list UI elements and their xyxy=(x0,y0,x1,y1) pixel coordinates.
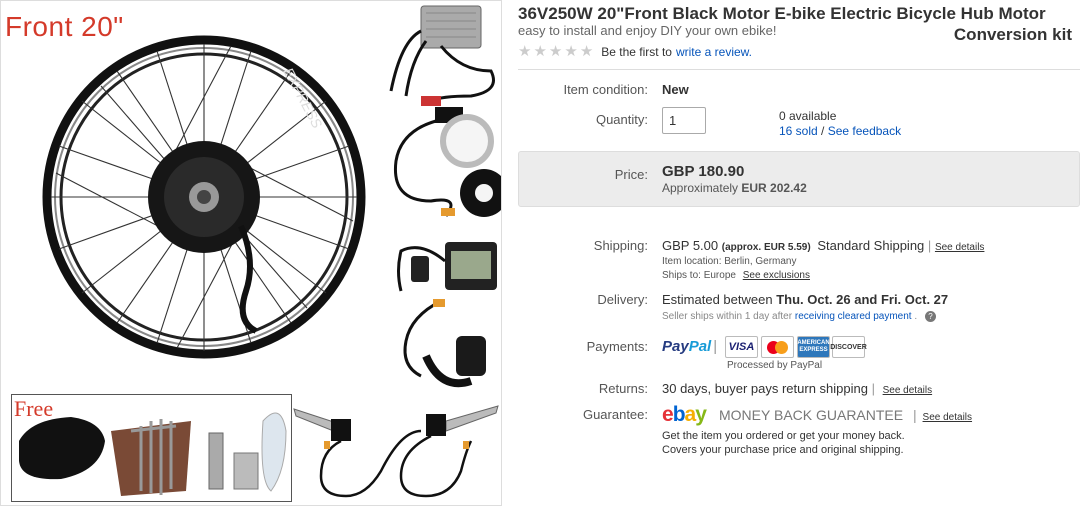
star-icon: ★ xyxy=(518,43,532,60)
free-accessories-box: Free xyxy=(11,394,292,502)
display-image xyxy=(397,242,497,292)
shipping-details-link[interactable]: See details xyxy=(935,242,984,253)
paypal-pal: Pal xyxy=(688,338,712,355)
throttle-image xyxy=(403,299,486,388)
quantity-label: Quantity: xyxy=(595,112,648,127)
cleared-payment-link[interactable]: receiving cleared payment xyxy=(795,311,912,322)
approx-value: EUR 202.42 xyxy=(741,181,807,195)
divider xyxy=(518,69,1080,70)
returns-value: 30 days, buyer pays return shipping xyxy=(662,381,868,396)
returns-details-link[interactable]: See details xyxy=(883,385,932,396)
shipping-cost: GBP 5.00 xyxy=(662,238,719,253)
star-icon: ★ xyxy=(579,43,594,60)
money-back-guarantee-row: MONEY BACK GUARANTEE | See details xyxy=(719,407,973,423)
sold-separator: / xyxy=(817,124,828,138)
delivery-range: Thu. Oct. 26 and Fri. Oct. 27 xyxy=(776,292,949,307)
star-icon: ★ xyxy=(533,43,547,60)
star-icon: ★ xyxy=(564,43,578,60)
returns-label: Returns: xyxy=(598,381,648,396)
paypal-logo: PayPal | xyxy=(662,338,718,355)
front-20-label: Front 20" xyxy=(5,11,124,42)
review-prompt: Be the first to xyxy=(601,45,672,59)
delivery-prefix: Estimated between xyxy=(662,292,773,307)
guarantee-line2: Covers your purchase price and original … xyxy=(662,444,904,456)
amex-card-icon: AMERICAN EXPRESS xyxy=(797,336,830,358)
payments-label: Payments: xyxy=(586,339,648,354)
ships-to-row: Ships to: Europe See exclusions xyxy=(662,270,810,281)
free-label: Free xyxy=(14,396,54,421)
price-label: Price: xyxy=(614,167,648,182)
help-icon[interactable]: ? xyxy=(924,311,936,322)
see-exclusions-link[interactable]: See exclusions xyxy=(743,270,810,281)
approx-prefix: Approximately xyxy=(662,181,739,195)
available-count: 0 available xyxy=(779,109,837,123)
brake-levers-image xyxy=(293,405,499,498)
delivery-note-prefix: Seller ships within 1 day after xyxy=(662,311,793,322)
quantity-input[interactable] xyxy=(662,107,706,134)
product-title: 36V250W 20"Front Black Motor E-bike Elec… xyxy=(518,4,1046,23)
price-approx: Approximately EUR 202.42 xyxy=(662,181,807,195)
condition-value: New xyxy=(662,82,689,97)
mbg-text: MONEY BACK GUARANTEE xyxy=(719,407,904,423)
shipping-method: Standard Shipping xyxy=(817,238,925,253)
wheel-image: EXPRESS xyxy=(42,35,366,359)
shipping-row: GBP 5.00 (approx. EUR 5.59) Standard Shi… xyxy=(662,238,985,253)
sold-feedback-row: 16 sold / See feedback xyxy=(779,124,901,138)
product-title-line2: Conversion kit xyxy=(953,25,1072,44)
controller-image xyxy=(389,5,495,106)
delivery-row: Estimated between Thu. Oct. 26 and Fri. … xyxy=(662,292,948,307)
shipping-approx: (approx. EUR 5.59) xyxy=(721,242,811,253)
ships-to: Ships to: Europe xyxy=(662,270,736,281)
item-location: Item location: Berlin, Germany xyxy=(662,256,797,267)
rating-row: ★ ★ ★ ★ ★ Be the first to write a review… xyxy=(518,44,752,60)
star-icon: ★ xyxy=(548,43,563,60)
discover-card-icon: DISCOVER xyxy=(830,336,867,358)
paypal-pay: Pay xyxy=(662,338,689,355)
shipping-label: Shipping: xyxy=(593,238,648,253)
product-image-panel[interactable]: EXPRESS Front 20" Free xyxy=(0,0,502,506)
see-feedback-link[interactable]: See feedback xyxy=(828,124,901,138)
price-value: GBP 180.90 xyxy=(662,163,745,180)
guarantee-line1: Get the item you ordered or get your mon… xyxy=(662,430,905,442)
ebay-logo: ebay xyxy=(662,403,707,426)
visa-card-icon: VISA xyxy=(725,336,758,358)
sold-count-link[interactable]: 16 sold xyxy=(779,124,818,138)
delivery-note-suffix: . xyxy=(914,311,918,322)
guarantee-label: Guarantee: xyxy=(582,407,648,422)
guarantee-details-link[interactable]: See details xyxy=(923,412,972,423)
pas-sensor-image xyxy=(393,107,501,217)
write-review-link[interactable]: write a review. xyxy=(676,45,752,59)
processed-by-paypal: Processed by PayPal xyxy=(727,360,823,371)
mastercard-icon xyxy=(761,336,794,358)
product-subtitle: easy to install and enjoy DIY your own e… xyxy=(518,23,777,38)
delivery-label: Delivery: xyxy=(597,292,648,307)
delivery-note: Seller ships within 1 day after receivin… xyxy=(662,311,936,322)
condition-label: Item condition: xyxy=(563,82,648,97)
returns-row: 30 days, buyer pays return shipping | Se… xyxy=(662,381,933,396)
